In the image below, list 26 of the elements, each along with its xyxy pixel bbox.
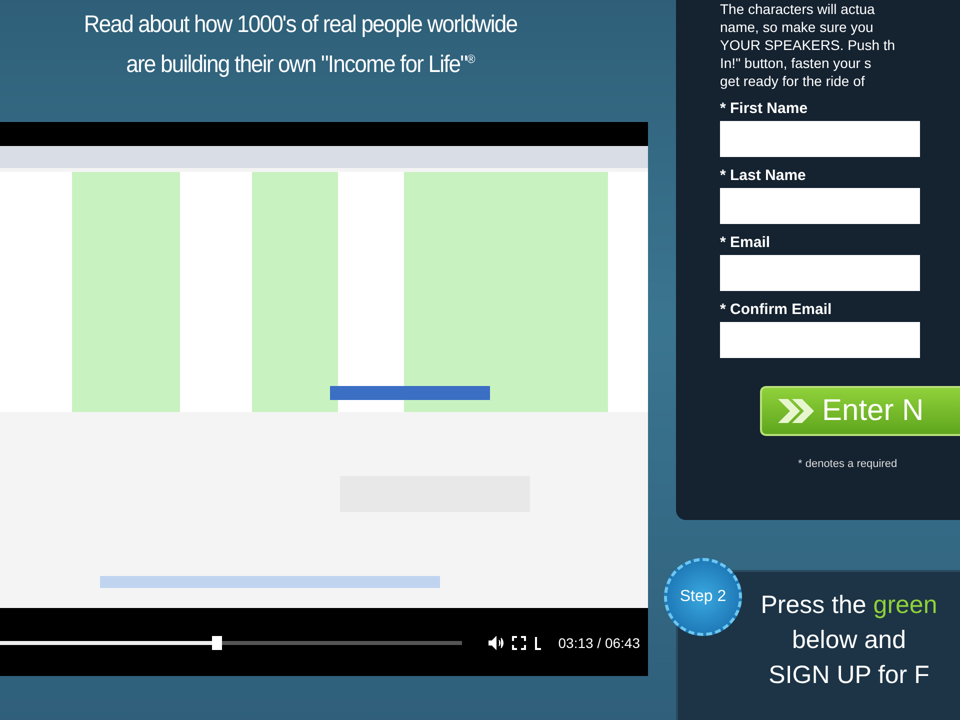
step-badge: Step 2 bbox=[664, 558, 742, 636]
headline: are building their own "Income for Life"$^{®}$ bbox=[126, 50, 474, 80]
field-label: * Email bbox=[720, 234, 772, 251]
step-text: below and bbox=[792, 625, 906, 656]
volume-icon[interactable] bbox=[488, 636, 504, 650]
input-field[interactable] bbox=[720, 121, 920, 157]
intro-text: YOUR SPEAKERS. Push th bbox=[720, 36, 896, 54]
input-field[interactable] bbox=[720, 188, 920, 224]
double-chevron-icon bbox=[776, 397, 816, 425]
intro-text: get ready for the ride of bbox=[720, 72, 866, 90]
step-text: Press the green bbox=[760, 590, 938, 621]
fullscreen-icon[interactable] bbox=[512, 636, 526, 650]
input-field[interactable] bbox=[720, 322, 920, 358]
field-label: * Last Name bbox=[720, 167, 807, 184]
intro-text: The characters will actua bbox=[720, 0, 876, 18]
intro-text: name, so make sure you bbox=[720, 18, 874, 36]
enter-button[interactable]: Enter N bbox=[760, 386, 960, 436]
intro-text: In!" button, fasten your s bbox=[720, 54, 872, 72]
field-label: * First Name bbox=[720, 100, 809, 117]
input-field[interactable] bbox=[720, 255, 920, 291]
progress-handle[interactable] bbox=[212, 636, 222, 650]
video-time: 03:13 / 06:43 bbox=[558, 635, 640, 651]
step-text: SIGN UP for F bbox=[768, 660, 930, 691]
headline: Read about how 1000's of real people worldwide bbox=[83, 10, 517, 40]
required-note: * denotes a required bbox=[798, 458, 898, 470]
field-label: * Confirm Email bbox=[720, 301, 833, 318]
